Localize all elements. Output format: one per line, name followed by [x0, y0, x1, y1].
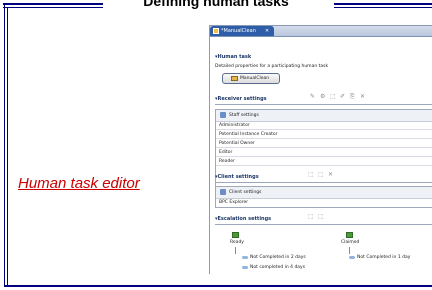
- staff-icon: [220, 112, 226, 118]
- client-settings-label: Client settings: [229, 190, 262, 195]
- escalation-icon: [349, 256, 355, 259]
- task-file-icon: [213, 28, 219, 34]
- new-client-icon[interactable]: ⬚: [308, 171, 314, 178]
- list-item[interactable]: Potential Instance Creator: [216, 130, 432, 139]
- list-item[interactable]: BPC Explorer: [216, 198, 432, 207]
- delete-icon[interactable]: ✕: [360, 93, 365, 100]
- escalation-add-icon[interactable]: ⬚: [308, 213, 314, 220]
- add-icon[interactable]: ⬚: [330, 93, 336, 100]
- client-icon: [220, 189, 226, 195]
- claimed-escalation-item[interactable]: Not Completed in 1 day: [357, 255, 410, 260]
- client-divider: [215, 182, 432, 183]
- escalation-icon: [242, 256, 248, 259]
- claimed-connector: [349, 247, 350, 254]
- human-task-editor-link[interactable]: Human task editor: [18, 175, 140, 192]
- frame-bottom-rule: [4, 285, 432, 287]
- section-receiver-settings-heading[interactable]: ▾Receiver settings: [215, 96, 267, 102]
- pencil-icon[interactable]: ✐: [340, 93, 345, 100]
- human-task-description: Detailed properties for a participating …: [215, 64, 329, 69]
- tab-manualclean[interactable]: *ManualClean ✕: [210, 26, 274, 36]
- section-client-settings-heading[interactable]: ▾Client settings: [215, 174, 259, 180]
- editor-tab-bar: *ManualClean ✕: [210, 26, 432, 37]
- close-icon[interactable]: ✕: [265, 26, 269, 36]
- frame-left-line: [4, 3, 5, 286]
- tab-label: *ManualClean: [221, 28, 256, 34]
- delete-icon[interactable]: ✕: [328, 171, 333, 178]
- list-item[interactable]: Administrator: [216, 121, 432, 130]
- ready-connector: [235, 247, 236, 254]
- list-item[interactable]: Editor: [216, 148, 432, 157]
- client-settings-box: Client settings BPC Explorer: [215, 186, 432, 208]
- ready-escalation-item[interactable]: Not Completed in 2 days: [250, 255, 306, 260]
- slide-title: Defining human tasks: [143, 0, 289, 9]
- staff-settings-label: Staff settings: [229, 113, 259, 118]
- receiver-divider: [215, 104, 432, 105]
- escalation-icon: [242, 266, 248, 269]
- frame-left-line-inner: [7, 7, 8, 286]
- human-task-editor: *ManualClean ✕ ▾Human task Detailed prop…: [209, 25, 432, 274]
- claimed-state-icon[interactable]: [346, 232, 353, 238]
- ready-escalation-item[interactable]: Not completed in 4 days: [250, 265, 305, 270]
- manualclean-button-label: ManualClean: [240, 76, 270, 81]
- section-human-task-heading[interactable]: ▾Human task: [215, 54, 251, 60]
- manualclean-button[interactable]: ManualClean: [222, 73, 280, 84]
- client-add-icon[interactable]: ⬚: [318, 171, 324, 178]
- copy-icon[interactable]: ⎘: [350, 93, 355, 101]
- edit-icon[interactable]: ✎: [310, 93, 315, 100]
- section-escalation-settings-heading[interactable]: ▾Escalation settings: [215, 216, 271, 222]
- task-icon: [231, 76, 238, 81]
- claimed-state-label[interactable]: Claimed: [341, 240, 359, 245]
- list-item[interactable]: Potential Owner: [216, 139, 432, 148]
- list-item[interactable]: Reader: [216, 157, 432, 166]
- escalation-divider: [215, 224, 432, 225]
- settings-icon[interactable]: ⚙: [320, 93, 325, 100]
- ready-state-label[interactable]: Ready: [230, 240, 244, 245]
- escalation-edit-icon[interactable]: ⬚: [318, 213, 324, 220]
- ready-state-icon[interactable]: [232, 232, 239, 238]
